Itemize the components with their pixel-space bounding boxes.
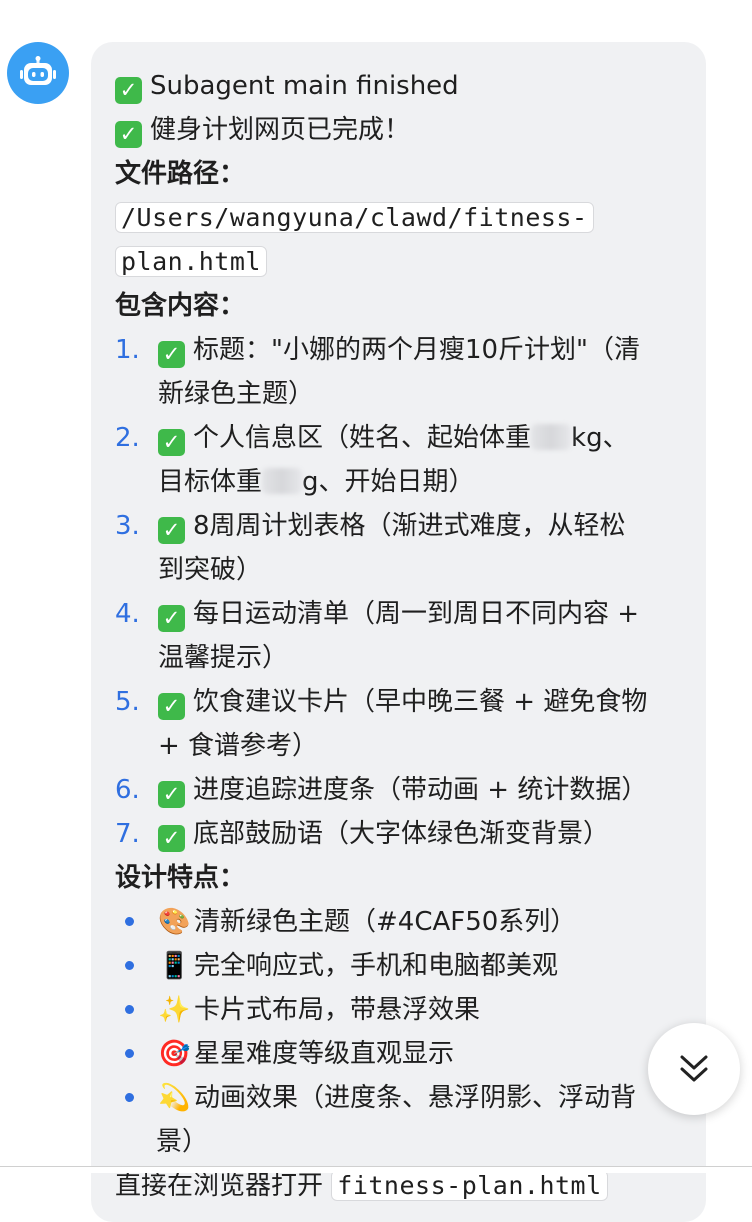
list-number: 3. [115,511,140,541]
redacted-value [262,468,303,494]
list-item-text: 个人信息区（姓名、起始体重 [193,423,532,453]
list-item-text: 景） [156,1127,209,1157]
file-path-part[interactable]: /Users/wangyuna/clawd/fitness- [115,202,594,233]
list-item: 5. ✓ 饮食建议卡片（早中晚三餐 + 避免食物 + 食谱参考） [115,680,682,768]
sparkles-icon: ✨ [158,995,191,1025]
list-item-text: 饮食建议卡片（早中晚三餐 + 避免食物 [193,687,648,717]
list-item-text: 目标体重 [158,467,263,497]
check-mark-icon: ✓ [158,605,185,632]
target-icon: 🎯 [158,1039,191,1069]
bullet-dot [125,1093,134,1102]
file-path-heading: 文件路径： [115,159,246,189]
check-mark-icon: ✓ [158,341,185,368]
bot-avatar[interactable] [7,42,69,104]
file-path-code[interactable]: /Users/wangyuna/clawd/fitness- [115,196,682,240]
list-number: 4. [115,599,140,629]
phone-icon: 📱 [158,951,191,981]
list-item: 💫 动画效果（进度条、悬浮阴影、浮动背 景） [115,1076,682,1164]
redacted-value [531,424,572,450]
double-chevron-down-icon [680,1055,708,1082]
list-item-text: 进度追踪进度条（带动画 + 统计数据） [193,775,648,805]
list-item-text: 清新绿色主题（#4CAF50系列） [194,907,577,937]
list-item-text: 标题："小娜的两个月瘦10斤计划"（清 [193,335,641,365]
list-item-text: + 食谱参考） [158,731,319,761]
list-item: 2. ✓ 个人信息区（姓名、起始体重 kg、 目标体重 g、开始日期） [115,416,682,504]
check-mark-icon: ✓ [115,77,142,104]
check-mark-icon: ✓ [158,781,185,808]
dizzy-star-icon: 💫 [158,1083,191,1113]
contents-list: 1. ✓ 标题："小娜的两个月瘦10斤计划"（清 新绿色主题） 2. ✓ 个人信息区… [115,328,682,856]
status-line: ✓ 健身计划网页已完成！ [115,108,682,152]
footer-text: 直接在浏览器打开 [115,1171,324,1201]
list-item: 📱 完全响应式，手机和电脑都美观 [115,944,682,988]
list-item: 6. ✓ 进度追踪进度条（带动画 + 统计数据） [115,768,682,812]
chat-message-row: ✓ Subagent main finished ✓ 健身计划网页已完成！ 文件路径… [0,0,752,1222]
bullet-dot [125,1049,134,1058]
list-item-text: 卡片式布局，带悬浮效果 [194,995,481,1025]
list-number: 7. [115,819,140,849]
message-bubble: ✓ Subagent main finished ✓ 健身计划网页已完成！ 文件路径… [91,42,706,1222]
list-item-text: 每日运动清单（周一到周日不同内容 + [193,599,640,629]
palette-icon: 🎨 [158,907,191,937]
list-number: 2. [115,423,140,453]
robot-icon [20,56,56,85]
file-path-code-cont[interactable]: plan.html [115,240,682,284]
list-item-text: 到突破） [158,555,263,585]
list-item-text: 温馨提示） [158,643,289,673]
file-path-part[interactable]: plan.html [115,246,267,277]
check-mark-icon: ✓ [158,517,185,544]
bullet-dot [125,961,134,970]
list-item-text: 动画效果（进度条、悬浮阴影、浮动背 [194,1083,637,1113]
list-item-text: kg、 [571,423,629,453]
list-item-text: 星星难度等级直观显示 [194,1039,455,1069]
list-item: 4. ✓ 每日运动清单（周一到周日不同内容 + 温馨提示） [115,592,682,680]
list-item-text: 底部鼓励语（大字体绿色渐变背景） [193,819,610,849]
check-mark-icon: ✓ [158,693,185,720]
list-number: 6. [115,775,140,805]
list-number: 5. [115,687,140,717]
design-heading: 设计特点： [115,863,246,893]
design-list: 🎨 清新绿色主题（#4CAF50系列） 📱 完全响应式，手机和电脑都美观 ✨ 卡片式布… [115,900,682,1164]
check-mark-icon: ✓ [158,825,185,852]
status-text: Subagent main finished [150,71,459,101]
bullet-dot [125,917,134,926]
list-item-text: 8周周计划表格（渐进式难度，从轻松 [193,511,626,541]
list-item: ✨ 卡片式布局，带悬浮效果 [115,988,682,1032]
list-item-text: g、开始日期） [302,467,475,497]
list-item: 🎯 星星难度等级直观显示 [115,1032,682,1076]
list-item: 🎨 清新绿色主题（#4CAF50系列） [115,900,682,944]
footer-filename-code[interactable]: fitness-plan.html [331,1170,608,1201]
list-item: 7. ✓ 底部鼓励语（大字体绿色渐变背景） [115,812,682,856]
list-item: 1. ✓ 标题："小娜的两个月瘦10斤计划"（清 新绿色主题） [115,328,682,416]
list-item: 3. ✓ 8周周计划表格（渐进式难度，从轻松 到突破） [115,504,682,592]
contents-heading: 包含内容： [115,291,246,321]
status-text: 健身计划网页已完成！ [150,115,411,145]
list-item-text: 完全响应式，手机和电脑都美观 [194,951,559,981]
bullet-dot [125,1005,134,1014]
list-number: 1. [115,335,140,365]
status-line: ✓ Subagent main finished [115,64,682,108]
scroll-to-bottom-button[interactable] [648,1023,740,1115]
check-mark-icon: ✓ [115,121,142,148]
check-mark-icon: ✓ [158,429,185,456]
list-item-text: 新绿色主题） [158,379,315,409]
